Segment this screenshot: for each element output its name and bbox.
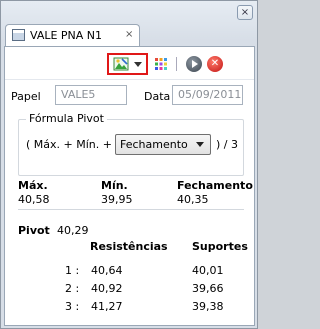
tab-title: VALE PNA N1 [30,29,103,42]
chevron-down-icon [134,62,142,67]
supports-header: Suportes [192,240,248,253]
view-icon [12,29,25,41]
formula-select[interactable]: Fechamento [115,134,211,155]
formula-group: Fórmula Pivot ( Máx. + Mín. + Fechamento… [18,112,244,176]
resistance-value: 41,27 [91,300,123,313]
window: × VALE PNA N1 × ✕ Papel VALE5 Data 05/09… [0,0,258,329]
min-label: Mín. [101,179,128,192]
resistance-value: 40,92 [91,282,123,295]
pivot-label: Pivot [18,224,50,237]
data-label: Data [144,90,171,103]
tab-vale-pna-n1[interactable]: VALE PNA N1 × [5,24,140,46]
min-value: 39,95 [101,193,133,206]
play-icon[interactable] [186,56,202,72]
image-dropdown-button[interactable] [107,53,148,75]
row-index: 3 : [65,300,80,313]
max-label: Máx. [18,179,48,192]
image-picture-icon [113,57,129,71]
formula-title: Fórmula Pivot [26,112,107,125]
support-value: 40,01 [192,264,224,277]
resistance-value: 40,64 [91,264,123,277]
row-index: 1 : [65,264,80,277]
papel-label: Papel [11,90,41,103]
row-index: 2 : [65,282,80,295]
section-divider [18,209,244,210]
formula-prefix: ( Máx. + Mín. + [26,138,112,151]
papel-field[interactable]: VALE5 [55,85,127,105]
resistances-header: Resistências [90,240,168,253]
stop-icon[interactable]: ✕ [207,56,223,72]
support-value: 39,38 [192,300,224,313]
color-grid-icon[interactable] [155,58,167,70]
data-field[interactable]: 05/09/2011 [172,85,243,105]
toolbar-divider [5,79,254,80]
tab-close-icon[interactable]: × [125,29,133,40]
chevron-down-icon [196,142,204,147]
toolbar: ✕ [5,49,254,79]
window-close-button[interactable]: × [237,5,253,20]
max-value: 40,58 [18,193,50,206]
close-label: Fechamento [177,179,253,192]
close-value: 40,35 [177,193,209,206]
toolbar-separator [176,57,177,71]
view-menu-icon[interactable] [232,56,244,63]
formula-suffix: ) / 3 [216,138,238,151]
formula-select-value: Fechamento [120,138,188,151]
pivot-panel: ✕ Papel VALE5 Data 05/09/2011 Fórmula Pi… [4,46,255,326]
pivot-value: 40,29 [57,224,89,237]
support-value: 39,66 [192,282,224,295]
